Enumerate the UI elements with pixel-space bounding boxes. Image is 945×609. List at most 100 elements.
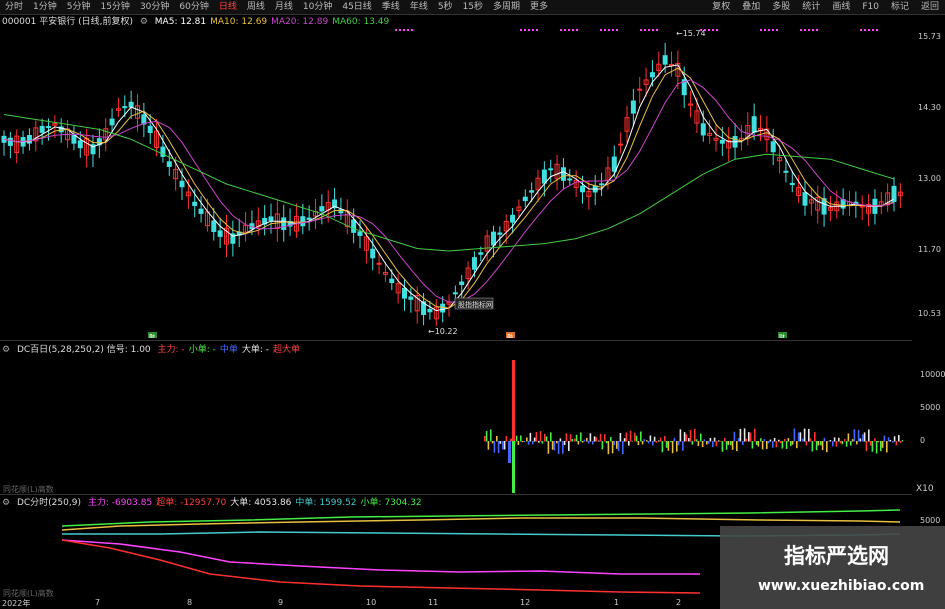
- event-marker[interactable]: 融: [506, 332, 515, 338]
- signal-dot: [640, 29, 642, 31]
- event-marker[interactable]: 融: [148, 332, 157, 338]
- candlestick: [313, 198, 318, 229]
- toolbar-action-button[interactable]: 复权: [712, 0, 730, 14]
- candlestick: [745, 112, 751, 146]
- period-tab[interactable]: 日线: [219, 0, 237, 14]
- signal-dot: [700, 29, 702, 31]
- period-tab[interactable]: 更多: [530, 0, 548, 14]
- legend-item: 主力: -6903.85: [87, 498, 153, 508]
- candlestick: [332, 187, 338, 218]
- flow-bar: [634, 432, 640, 445]
- flow-bar: [562, 433, 568, 454]
- candlestick: [548, 159, 554, 183]
- period-tab[interactable]: 年线: [410, 0, 428, 14]
- toolbar-action-button[interactable]: 标记: [891, 0, 909, 14]
- tooltip-text: 股指指标网: [458, 300, 493, 309]
- signal-dot: [864, 29, 866, 31]
- candlestick: [554, 154, 560, 191]
- candlestick: [243, 211, 249, 242]
- candlestick: [402, 278, 407, 311]
- signal-dot: [712, 29, 714, 31]
- flow-bar: [646, 435, 652, 444]
- signal-dot: [764, 29, 766, 31]
- axis-tick-label: 5000: [920, 403, 941, 412]
- period-tab[interactable]: 15秒: [463, 0, 483, 14]
- axis-tick-label: 11.70: [918, 245, 941, 254]
- flow-bar: [502, 435, 508, 450]
- candlestick-chart[interactable]: ←15.74←10.22股指指标网融融财: [0, 28, 912, 338]
- signal-dot: [876, 29, 878, 31]
- legend-item: MA5: 12.81: [154, 17, 207, 27]
- legend-item: 超单: -12957.70: [156, 498, 227, 508]
- period-tab[interactable]: 多周期: [493, 0, 520, 14]
- legend-item: 小单: -: [188, 345, 216, 355]
- toolbar-action-button[interactable]: 叠加: [742, 0, 760, 14]
- flow-bar: [790, 428, 796, 447]
- signal-dot: [399, 29, 401, 31]
- main-legend: 000001 平安银行 (日线,前复权) ⚙ MA5: 12.81 MA10: 1…: [2, 16, 397, 28]
- period-tab[interactable]: 月线: [275, 0, 293, 14]
- toolbar-action-button[interactable]: 多股: [772, 0, 790, 14]
- candlestick: [433, 299, 439, 327]
- axis-tick-label: 10000: [920, 370, 945, 379]
- pane3-title: DC分时(250,9): [16, 498, 81, 508]
- candlestick: [115, 97, 121, 118]
- toolbar-action-button[interactable]: 统计: [802, 0, 820, 14]
- period-toolbar: 分时 1分钟 5分钟 15分钟 30分钟 60分钟 日线 周线 月线 10分钟 45日线 季线 年线 5秒…: [0, 0, 945, 15]
- period-tab[interactable]: 季线: [382, 0, 400, 14]
- flow-bar: [838, 437, 844, 445]
- period-tab[interactable]: 15分钟: [100, 0, 129, 14]
- period-tab[interactable]: 1分钟: [33, 0, 57, 14]
- settings-icon[interactable]: ⚙: [140, 17, 148, 27]
- flow-bar: [532, 432, 538, 445]
- flow-bar: [832, 437, 838, 447]
- flow-bar: [730, 431, 736, 450]
- period-tab[interactable]: 周线: [247, 0, 265, 14]
- time-tick-label: 1: [614, 598, 620, 607]
- watermark-url: www.xuezhibiao.com: [758, 578, 925, 594]
- signal-dot: [656, 29, 658, 31]
- fund-flow-chart[interactable]: [0, 356, 912, 494]
- period-tab[interactable]: 10分钟: [303, 0, 332, 14]
- period-tab[interactable]: 5分钟: [67, 0, 91, 14]
- flow-bar: [694, 428, 700, 447]
- signal-dot: [520, 29, 522, 31]
- flow-bar: [574, 434, 580, 445]
- signal-dot: [612, 29, 614, 31]
- period-tab[interactable]: 30分钟: [140, 0, 169, 14]
- signal-dot: [768, 29, 770, 31]
- flow-spike: [508, 360, 515, 493]
- toolbar-action-button[interactable]: 画线: [832, 0, 850, 14]
- pane-settings-icon[interactable]: ⚙: [2, 345, 10, 355]
- legend-item: 主力: -: [157, 345, 185, 355]
- flow-bar: [580, 432, 586, 443]
- period-tab[interactable]: 45日线: [342, 0, 371, 14]
- period-tab[interactable]: 分时: [5, 0, 23, 14]
- period-tab[interactable]: 5秒: [438, 0, 453, 14]
- candlestick: [885, 183, 891, 212]
- candlestick: [821, 186, 827, 227]
- flow-bar: [586, 433, 592, 444]
- event-marker-label: 财: [779, 333, 785, 338]
- flow-bar: [538, 431, 544, 444]
- candlestick: [90, 134, 96, 168]
- signal-dot: [704, 29, 706, 31]
- candlestick: [96, 128, 102, 158]
- candlestick: [344, 199, 350, 235]
- event-marker[interactable]: 财: [778, 332, 787, 338]
- toolbar-action-button[interactable]: 返回: [921, 0, 939, 14]
- flow-bar: [736, 428, 742, 452]
- signal-dot: [524, 29, 526, 31]
- signal-dot: [652, 29, 654, 31]
- pane-settings-icon[interactable]: ⚙: [2, 498, 10, 508]
- legend-item: 小单: 7304.32: [360, 498, 422, 508]
- flow-bar: [766, 439, 772, 449]
- signal-dot: [608, 29, 610, 31]
- legend-item: MA20: 12.89: [271, 17, 329, 27]
- period-tab[interactable]: 60分钟: [179, 0, 208, 14]
- candlestick: [897, 183, 903, 208]
- super-order-line: [61, 539, 701, 594]
- stock-name[interactable]: 000001 平安银行 (日线,前复权): [2, 17, 133, 27]
- toolbar-action-button[interactable]: F10: [862, 0, 879, 14]
- time-tick-label: 9: [278, 598, 284, 607]
